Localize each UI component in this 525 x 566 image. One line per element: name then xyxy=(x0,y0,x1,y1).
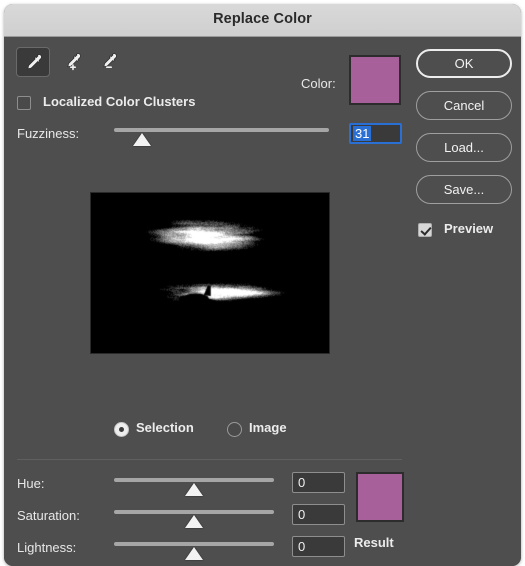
selection-preview-canvas xyxy=(91,193,329,353)
eyedropper-icon[interactable] xyxy=(16,47,50,77)
lightness-slider[interactable] xyxy=(114,540,274,562)
fuzziness-slider-track xyxy=(114,128,329,132)
cancel-button[interactable]: Cancel xyxy=(416,91,512,120)
hue-slider-track xyxy=(114,478,274,482)
saturation-label: Saturation: xyxy=(17,508,80,523)
save-button[interactable]: Save... xyxy=(416,175,512,204)
fuzziness-value: 31 xyxy=(353,126,372,141)
color-label: Color: xyxy=(301,76,336,91)
fuzziness-label: Fuzziness: xyxy=(17,126,80,141)
section-divider xyxy=(17,459,402,460)
saturation-input[interactable]: 0 xyxy=(292,504,345,525)
hue-slider-thumb[interactable] xyxy=(185,483,203,496)
dialog-body: Color: Localized Color Clusters Fuzzines… xyxy=(4,38,521,566)
preview-checkbox[interactable] xyxy=(418,223,432,237)
lightness-input[interactable]: 0 xyxy=(292,536,345,557)
load-button[interactable]: Load... xyxy=(416,133,512,162)
hue-value: 0 xyxy=(298,475,306,490)
eyedropper-add-glyph xyxy=(67,53,81,71)
lightness-value: 0 xyxy=(298,539,306,554)
dialog-title: Replace Color xyxy=(213,11,312,27)
color-swatch[interactable] xyxy=(349,55,401,105)
hue-slider[interactable] xyxy=(114,476,274,498)
saturation-slider-thumb[interactable] xyxy=(185,515,203,528)
radio-selection-label[interactable]: Selection xyxy=(136,420,194,435)
eyedropper-add-icon[interactable] xyxy=(56,47,90,77)
saturation-slider[interactable] xyxy=(114,508,274,530)
hue-input[interactable]: 0 xyxy=(292,472,345,493)
hue-label: Hue: xyxy=(17,476,45,491)
localized-color-clusters-label: Localized Color Clusters xyxy=(43,94,196,109)
selection-preview[interactable] xyxy=(90,192,330,354)
saturation-slider-track xyxy=(114,510,274,514)
fuzziness-slider-thumb[interactable] xyxy=(132,133,151,146)
eyedropper-subtract-glyph xyxy=(103,53,117,68)
lightness-slider-thumb[interactable] xyxy=(185,547,203,560)
lightness-slider-track xyxy=(114,542,274,546)
result-swatch xyxy=(356,472,404,522)
saturation-value: 0 xyxy=(298,507,306,522)
eyedropper-glyph xyxy=(27,54,42,70)
result-label: Result xyxy=(354,535,394,550)
radio-selection[interactable] xyxy=(114,422,129,437)
replace-color-dialog: Replace Color Color: Localized Color Clu… xyxy=(4,4,521,566)
localized-color-clusters-checkbox[interactable] xyxy=(17,96,31,110)
fuzziness-slider[interactable] xyxy=(114,126,329,148)
radio-image[interactable] xyxy=(227,422,242,437)
preview-checkbox-label: Preview xyxy=(444,221,494,236)
radio-image-label[interactable]: Image xyxy=(249,420,287,435)
fuzziness-input[interactable]: 31 xyxy=(349,123,402,144)
dialog-titlebar: Replace Color xyxy=(4,4,521,37)
eyedropper-subtract-icon[interactable] xyxy=(92,47,126,77)
lightness-label: Lightness: xyxy=(17,540,77,555)
ok-button[interactable]: OK xyxy=(416,49,512,78)
